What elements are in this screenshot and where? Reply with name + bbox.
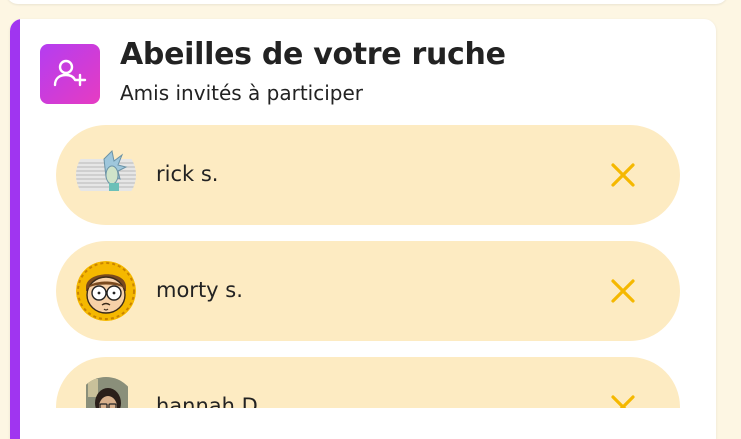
section-title: Abeilles de votre ruche — [120, 37, 506, 72]
friend-name: rick s. — [156, 162, 219, 186]
add-user-icon — [40, 44, 100, 104]
close-icon[interactable] — [609, 393, 637, 408]
rick-avatar — [76, 145, 136, 205]
friends-list[interactable]: rick s. morty s. hannah D. — [56, 125, 680, 408]
close-icon[interactable] — [609, 277, 637, 305]
friend-name: hannah D. — [156, 394, 265, 408]
hannah-avatar — [76, 377, 136, 408]
friend-name: morty s. — [156, 278, 243, 302]
section-subtitle: Amis invités à participer — [120, 81, 364, 105]
previous-card-edge — [6, 0, 728, 4]
friend-row: rick s. — [56, 125, 680, 225]
invited-friends-card: Abeilles de votre ruche Amis invités à p… — [10, 19, 716, 439]
morty-avatar — [76, 261, 136, 321]
close-icon[interactable] — [609, 161, 637, 189]
friend-row: hannah D. — [56, 357, 680, 408]
card-accent-bar — [10, 19, 20, 439]
friend-row: morty s. — [56, 241, 680, 341]
